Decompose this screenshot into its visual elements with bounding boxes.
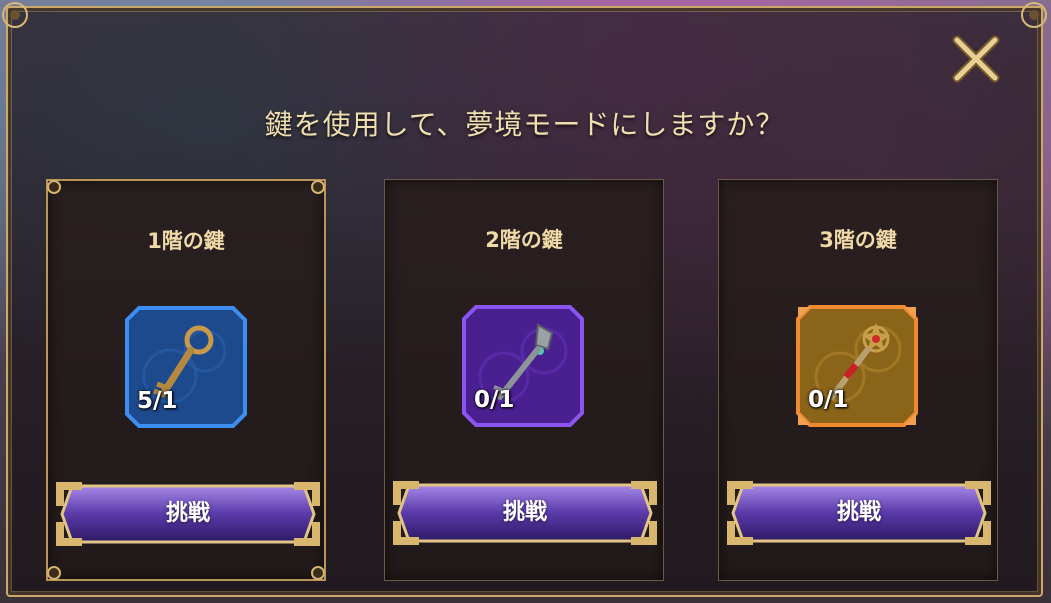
challenge-button-label: 挑戦 bbox=[502, 500, 547, 525]
corner-dot-icon bbox=[47, 566, 61, 580]
corner-ornament-icon bbox=[1021, 2, 1047, 28]
challenge-button-label: 挑戦 bbox=[165, 501, 210, 526]
key-card-title: 1階の鍵 bbox=[147, 229, 225, 253]
key-use-dialog: 鍵を使用して、夢境モードにしますか？ 1階の鍵 5/1 挑戦 2階の鍵 0/1 … bbox=[2, 2, 1047, 597]
challenge-button[interactable]: 挑戦 bbox=[389, 475, 661, 551]
challenge-button[interactable]: 挑戦 bbox=[52, 476, 324, 552]
key-card-floor-1: 1階の鍵 5/1 挑戦 bbox=[46, 179, 326, 581]
dialog-prompt: 鍵を使用して、夢境モードにしますか？ bbox=[264, 108, 785, 141]
key-card-floor-2: 2階の鍵 0/1 挑戦 bbox=[384, 179, 664, 581]
key-card-floor-3: 3階の鍵 0/1 挑戦 bbox=[718, 179, 998, 581]
key-count: 5/1 bbox=[137, 388, 178, 414]
corner-dot-icon bbox=[47, 180, 61, 194]
corner-dot-icon bbox=[311, 566, 325, 580]
key-item-slot[interactable]: 0/1 bbox=[462, 305, 584, 427]
challenge-button[interactable]: 挑戦 bbox=[723, 475, 995, 551]
key-item-slot[interactable]: 5/1 bbox=[125, 306, 247, 428]
key-card-title: 2階の鍵 bbox=[485, 228, 563, 252]
key-count: 0/1 bbox=[474, 387, 515, 413]
corner-ornament-icon bbox=[2, 2, 28, 28]
close-icon bbox=[952, 35, 1000, 83]
corner-dot-icon bbox=[311, 180, 325, 194]
close-button[interactable] bbox=[947, 30, 1005, 88]
key-card-title: 3階の鍵 bbox=[819, 228, 897, 252]
key-item-slot[interactable]: 0/1 bbox=[796, 305, 918, 427]
key-count: 0/1 bbox=[808, 387, 849, 413]
challenge-button-label: 挑戦 bbox=[836, 500, 881, 525]
